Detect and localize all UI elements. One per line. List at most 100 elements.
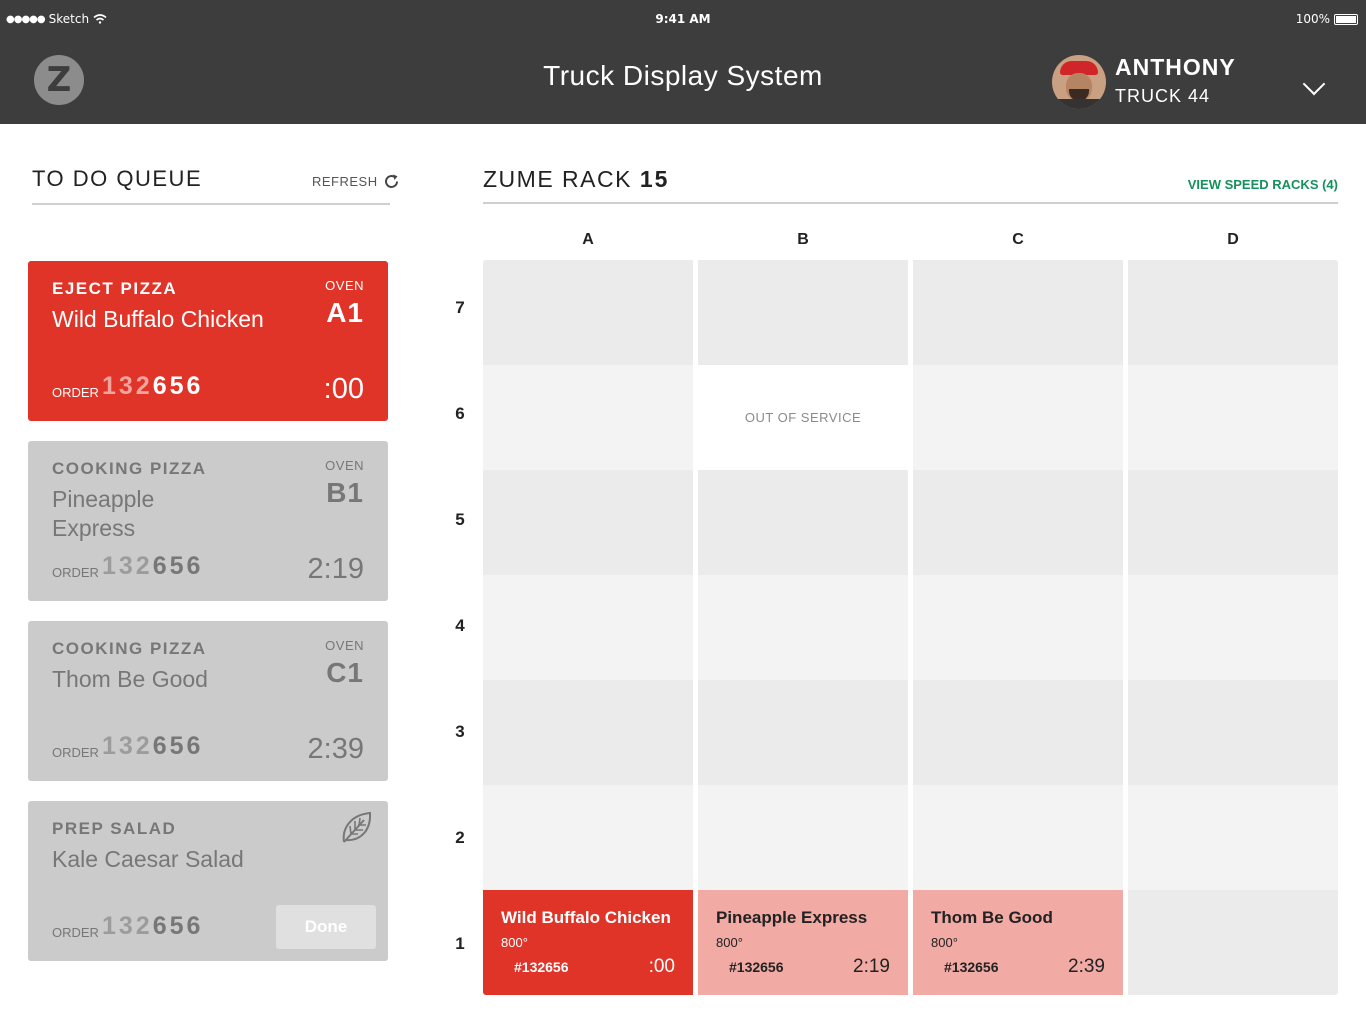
row-header-3: 3 (455, 722, 465, 741)
refresh-button[interactable]: REFRESH (312, 173, 400, 190)
rack-cell-c2[interactable] (913, 785, 1123, 890)
order-label: ORDER (52, 925, 99, 940)
rack-number: 15 (639, 166, 670, 192)
slot-pizza-name: Wild Buffalo Chicken (501, 908, 671, 927)
rack-title-prefix: ZUME RACK (483, 166, 632, 192)
order-number: 132656 (102, 552, 203, 581)
rack-cell-a5[interactable] (483, 470, 693, 575)
rack-cell-d4[interactable] (1128, 575, 1338, 680)
queue-card[interactable]: PREP SALAD Kale Caesar Salad ORDER 13265… (28, 801, 388, 961)
rack-cell-d2[interactable] (1128, 785, 1338, 890)
slot-pizza-name: Thom Be Good (931, 908, 1053, 927)
queue-divider (32, 203, 390, 205)
rack-cell-b3[interactable] (698, 680, 908, 785)
row-header-2: 2 (455, 828, 465, 847)
battery-percent: 100% (1295, 12, 1330, 26)
rack-slot-b1[interactable]: Pineapple Express 800° #132656 2:19 (698, 890, 908, 995)
order-number: 132656 (102, 732, 203, 761)
rack-cell-d1[interactable] (1128, 890, 1338, 995)
user-truck: TRUCK 44 (1115, 86, 1211, 106)
slot-timer: 2:39 (1068, 956, 1105, 977)
view-speed-racks-link[interactable]: VIEW SPEED RACKS (4) (1188, 177, 1338, 192)
rack-cell-d6[interactable] (1128, 365, 1338, 470)
column-header-d: D (1227, 231, 1239, 248)
order-number: 132656 (102, 372, 203, 401)
rack-cell-c6[interactable] (913, 365, 1123, 470)
rack-title: ZUME RACK 15 (483, 166, 669, 193)
row-header-7: 7 (455, 298, 465, 317)
rack-cell-a4[interactable] (483, 575, 693, 680)
order-prefix: 132 (102, 372, 153, 400)
rack-cell-a3[interactable] (483, 680, 693, 785)
slot-timer: 2:19 (853, 956, 890, 977)
task-type: EJECT PIZZA (52, 279, 178, 298)
row-header-6: 6 (455, 404, 465, 423)
rack-slot-a1[interactable]: Wild Buffalo Chicken 800° #132656 :00 (483, 890, 693, 995)
pizza-name: Pineapple Express (52, 486, 155, 541)
slot-temperature: 800° (931, 935, 958, 950)
task-type: COOKING PIZZA (52, 459, 207, 478)
oven-label: OVEN (325, 278, 364, 293)
rack-cell-a2[interactable] (483, 785, 693, 890)
cook-timer: 2:39 (307, 733, 364, 765)
rack-cell-c4[interactable] (913, 575, 1123, 680)
user-avatar[interactable] (1052, 55, 1106, 109)
rack-cell-b5[interactable] (698, 470, 908, 575)
column-header-a: A (582, 231, 594, 248)
rack-cell-a6[interactable] (483, 365, 693, 470)
app-header: Z Truck Display System ANTHONY TRUCK 44 (0, 40, 1366, 124)
rack-cell-b6-out-of-service: OUT OF SERVICE (698, 365, 908, 470)
order-suffix: 656 (152, 372, 204, 400)
order-suffix: 656 (152, 552, 204, 580)
row-header-5: 5 (455, 510, 465, 529)
clock: 9:41 AM (655, 12, 711, 26)
rack-cell-d7[interactable] (1128, 260, 1338, 365)
refresh-icon (384, 174, 398, 188)
rack-cell-b4[interactable] (698, 575, 908, 680)
queue-title: TO DO QUEUE (32, 166, 203, 191)
rack-cell-b2[interactable] (698, 785, 908, 890)
row-header-1: 1 (455, 934, 465, 953)
column-header-b: B (797, 231, 809, 248)
leaf-icon (342, 811, 372, 843)
order-prefix: 132 (102, 552, 153, 580)
oven-slot: B1 (326, 477, 364, 508)
slot-temperature: 800° (716, 935, 743, 950)
queue-card[interactable]: COOKING PIZZA Pineapple Express OVEN B1 … (28, 441, 388, 601)
salad-name: Kale Caesar Salad (52, 846, 244, 872)
rack-cell-c5[interactable] (913, 470, 1123, 575)
rack-cell-a7[interactable] (483, 260, 693, 365)
oven-slot: A1 (326, 297, 364, 328)
slot-order: #132656 (944, 959, 999, 975)
rack-cell-c3[interactable] (913, 680, 1123, 785)
slot-timer: :00 (648, 956, 675, 977)
user-name: ANTHONY (1115, 54, 1236, 80)
status-bar: ●●●●● Sketch 9:41 AM 100% (0, 0, 1366, 40)
slot-order: #132656 (729, 959, 784, 975)
queue-card[interactable]: EJECT PIZZA Wild Buffalo Chicken OVEN A1… (28, 261, 388, 421)
slot-order: #132656 (514, 959, 569, 975)
battery-icon (1334, 13, 1358, 25)
order-number: 132656 (102, 912, 203, 941)
order-suffix: 656 (152, 912, 204, 940)
rack-slot-c1[interactable]: Thom Be Good 800° #132656 2:39 (913, 890, 1123, 995)
pizza-name: Thom Be Good (52, 666, 208, 692)
order-prefix: 132 (102, 912, 153, 940)
rack-cell-d3[interactable] (1128, 680, 1338, 785)
rack-cell-c7[interactable] (913, 260, 1123, 365)
order-label: ORDER (52, 565, 99, 580)
oven-label: OVEN (325, 638, 364, 653)
column-header-c: C (1012, 231, 1024, 248)
rack-divider (483, 202, 1338, 204)
order-label: ORDER (52, 385, 99, 400)
rack-cell-b7[interactable] (698, 260, 908, 365)
oven-slot: C1 (326, 657, 364, 688)
row-header-4: 4 (455, 616, 465, 635)
cook-timer: :00 (323, 373, 364, 405)
cook-timer: 2:19 (307, 553, 364, 585)
slot-pizza-name: Pineapple Express (716, 908, 868, 927)
done-button[interactable]: Done (276, 905, 376, 949)
rack-cell-d5[interactable] (1128, 470, 1338, 575)
queue-card[interactable]: COOKING PIZZA Thom Be Good OVEN C1 ORDER… (28, 621, 388, 781)
order-prefix: 132 (102, 732, 153, 760)
